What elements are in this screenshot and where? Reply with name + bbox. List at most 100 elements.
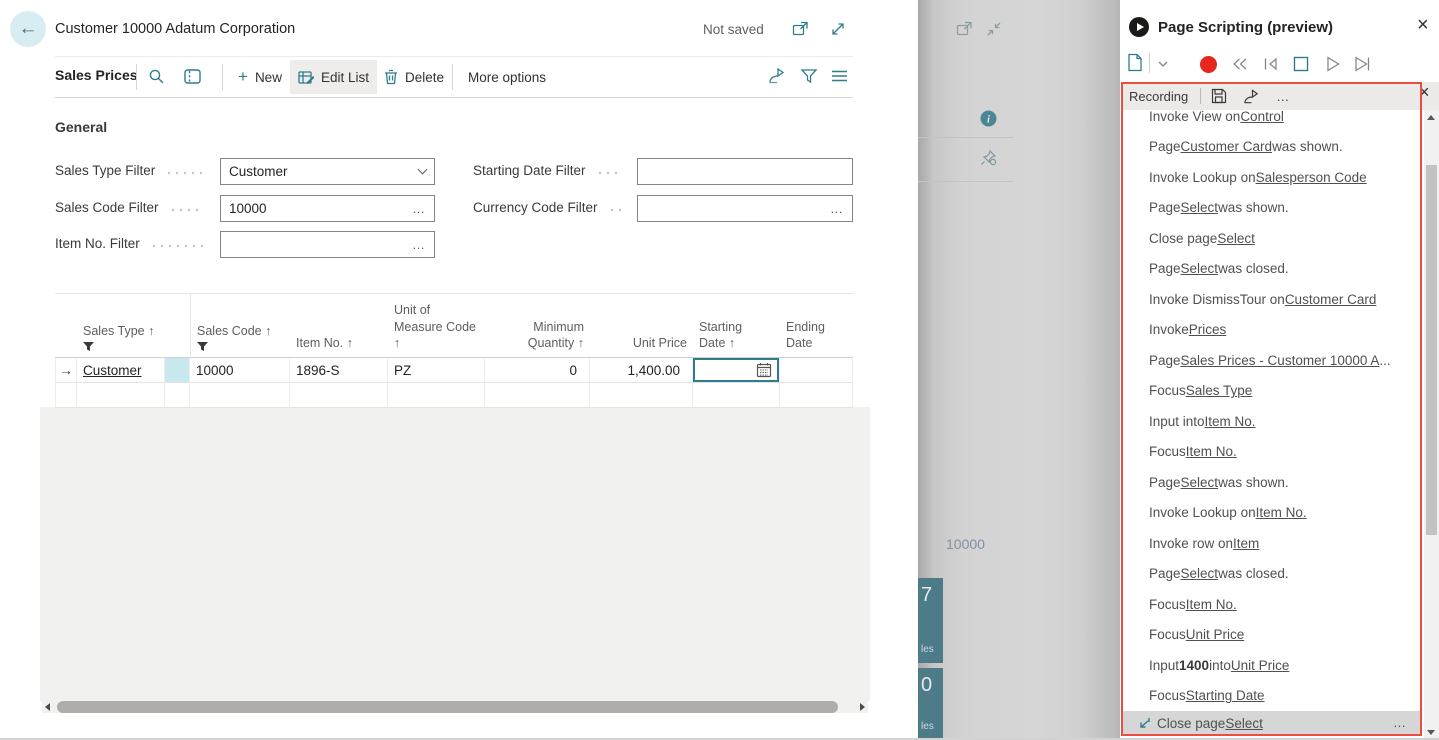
scroll-right-arrow[interactable]: [860, 703, 865, 711]
share-recording-icon[interactable]: [1243, 89, 1260, 104]
horizontal-scrollbar-thumb[interactable]: [57, 701, 838, 713]
step-more-icon[interactable]: …: [1393, 715, 1408, 730]
horizontal-scrollbar[interactable]: [42, 701, 868, 713]
view-options-icon[interactable]: [184, 69, 201, 84]
step-target-link[interactable]: Item: [1233, 536, 1259, 551]
step-target-link[interactable]: Item No.: [1186, 444, 1237, 459]
row-marker-cell[interactable]: →: [55, 358, 77, 383]
step-target-link[interactable]: Select: [1181, 200, 1219, 215]
script-step[interactable]: Invoke Lookup on Item No.: [1122, 498, 1422, 529]
script-step[interactable]: Page Sales Prices - Customer 10000 A...: [1122, 345, 1422, 376]
filter-input-sales-code-filter[interactable]: 10000…: [220, 195, 435, 222]
column-header-sales-type[interactable]: Sales Type ↑: [77, 294, 165, 357]
search-icon[interactable]: [148, 68, 165, 85]
assist-edit-icon[interactable]: …: [412, 201, 426, 216]
play-icon[interactable]: [1326, 56, 1340, 72]
table-cell[interactable]: [590, 383, 693, 408]
step-target-link[interactable]: Item No.: [1256, 505, 1307, 520]
column-header-item-no-[interactable]: Item No. ↑: [290, 294, 388, 357]
filter-input-currency-code-filter[interactable]: …: [637, 195, 853, 222]
script-step[interactable]: Focus Item No.: [1122, 589, 1422, 620]
step-target-link[interactable]: Sales Type: [1186, 383, 1253, 398]
new-button[interactable]: + New: [230, 60, 290, 94]
scroll-up-arrow[interactable]: [1427, 115, 1435, 120]
step-target-link[interactable]: Sales Prices - Customer 10000 A: [1181, 353, 1380, 368]
step-target-link[interactable]: Select: [1217, 231, 1255, 246]
step-target-link[interactable]: Item No.: [1186, 597, 1237, 612]
table-cell[interactable]: [77, 383, 165, 408]
recording-more-icon[interactable]: …: [1276, 89, 1291, 104]
script-step[interactable]: Focus Starting Date: [1122, 681, 1422, 712]
record-button[interactable]: [1200, 56, 1217, 73]
column-header-minimum-quantity[interactable]: MinimumQuantity ↑: [485, 294, 590, 357]
table-cell[interactable]: [780, 358, 853, 383]
filter-input-item-no-filter[interactable]: …: [220, 231, 435, 258]
cell-link[interactable]: Customer: [83, 363, 142, 378]
rewind-icon[interactable]: [1231, 57, 1249, 71]
script-step[interactable]: Page Customer Card was shown.: [1122, 132, 1422, 163]
script-step[interactable]: Input 1400 into Unit Price: [1122, 650, 1422, 681]
script-step[interactable]: Page Select was shown.: [1122, 193, 1422, 224]
scroll-left-arrow[interactable]: [45, 703, 50, 711]
scroll-down-arrow[interactable]: [1427, 730, 1435, 735]
script-step[interactable]: Focus Sales Type: [1122, 376, 1422, 407]
chevron-down-icon[interactable]: [418, 165, 428, 175]
script-dropdown-chevron-icon[interactable]: [1157, 60, 1169, 68]
table-row[interactable]: [55, 383, 853, 408]
table-cell[interactable]: [55, 383, 77, 408]
script-step[interactable]: Close page Select: [1122, 223, 1422, 254]
script-step[interactable]: Focus Item No.: [1122, 437, 1422, 468]
table-cell[interactable]: 0: [485, 358, 590, 383]
script-step[interactable]: Invoke DismissTour on Customer Card: [1122, 284, 1422, 315]
table-cell[interactable]: [290, 383, 388, 408]
list-view-icon[interactable]: [831, 69, 848, 83]
script-step[interactable]: Invoke Prices: [1122, 315, 1422, 346]
stop-icon[interactable]: [1293, 56, 1309, 72]
script-step[interactable]: Page Select was shown.: [1122, 467, 1422, 498]
table-cell[interactable]: [780, 383, 853, 408]
table-cell[interactable]: 1,400.00: [590, 358, 693, 383]
column-header-unit-price[interactable]: Unit Price: [590, 294, 693, 357]
save-recording-icon[interactable]: [1211, 88, 1227, 104]
step-target-link[interactable]: Customer Card: [1181, 139, 1273, 154]
filter-icon[interactable]: [800, 68, 818, 84]
column-header-unit-of-measure-code[interactable]: Unit ofMeasure Code↑: [388, 294, 485, 357]
step-target-link[interactable]: Select: [1181, 475, 1219, 490]
assist-edit-icon[interactable]: …: [412, 237, 426, 252]
step-target-link[interactable]: Item No.: [1205, 414, 1256, 429]
step-backward-icon[interactable]: [1263, 57, 1279, 71]
table-row[interactable]: →Customer100001896-SPZ01,400.00: [55, 358, 853, 383]
vertical-scrollbar[interactable]: [1424, 110, 1439, 740]
assist-edit-icon[interactable]: …: [830, 201, 844, 216]
filter-input-starting-date-filter[interactable]: [637, 158, 853, 185]
script-step[interactable]: Focus Unit Price: [1122, 620, 1422, 651]
more-options-button[interactable]: More options: [460, 60, 554, 94]
expand-dialog-icon[interactable]: [830, 21, 846, 37]
panel-close-icon[interactable]: ×: [1417, 14, 1429, 37]
recording-close-icon[interactable]: ×: [1419, 82, 1430, 103]
table-cell[interactable]: [165, 383, 190, 408]
step-target-link[interactable]: Prices: [1189, 322, 1227, 337]
column-header-starting-date[interactable]: StartingDate ↑: [693, 294, 780, 357]
table-cell[interactable]: [693, 358, 780, 383]
table-cell[interactable]: [190, 383, 290, 408]
script-step[interactable]: Page Select was closed.: [1122, 254, 1422, 285]
step-target-link[interactable]: Salesperson Code: [1256, 170, 1367, 185]
open-in-new-window-icon[interactable]: [792, 21, 809, 37]
step-target-link[interactable]: Select: [1181, 261, 1219, 276]
vertical-scrollbar-thumb[interactable]: [1426, 165, 1437, 535]
skip-to-end-icon[interactable]: [1354, 56, 1371, 72]
step-target-link[interactable]: Unit Price: [1231, 658, 1290, 673]
script-step[interactable]: Input into Item No.: [1122, 406, 1422, 437]
calendar-icon[interactable]: [756, 362, 772, 378]
table-cell[interactable]: [165, 358, 190, 383]
script-step[interactable]: Close page Select…: [1122, 711, 1422, 736]
table-cell[interactable]: Customer: [77, 358, 165, 383]
column-header-sales-code[interactable]: Sales Code ↑: [190, 294, 290, 357]
share-icon[interactable]: [768, 68, 786, 84]
new-script-icon[interactable]: [1127, 53, 1143, 72]
table-cell[interactable]: [693, 383, 780, 408]
table-cell[interactable]: 10000: [190, 358, 290, 383]
script-step[interactable]: Invoke Lookup on Salesperson Code: [1122, 162, 1422, 193]
delete-button[interactable]: Delete: [376, 60, 452, 94]
